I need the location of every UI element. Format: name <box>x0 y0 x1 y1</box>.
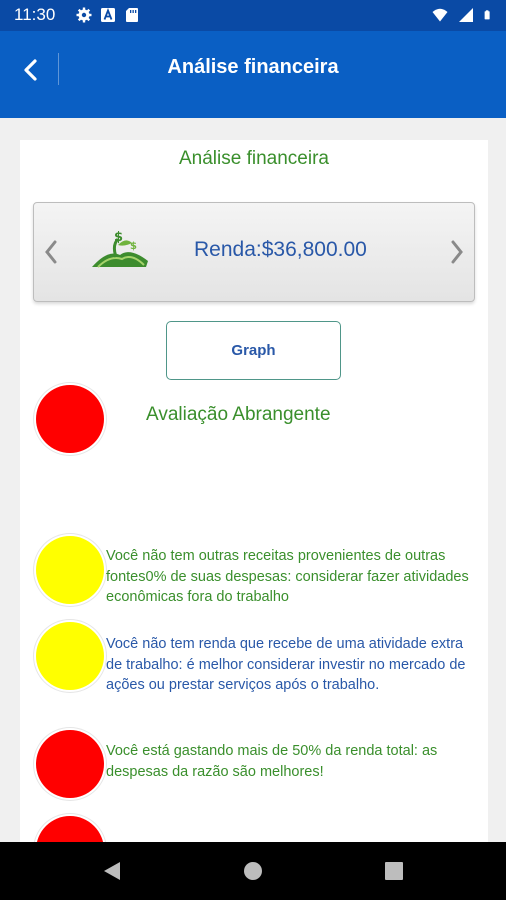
status-icons-left <box>76 7 140 23</box>
assessment-item-text: Você não tem outras receitas proveniente… <box>106 548 469 605</box>
graph-button[interactable]: Graph <box>166 321 341 380</box>
income-carousel: $ $ Renda:$36,800.00 <box>33 202 475 302</box>
overall-status-indicator <box>36 385 104 453</box>
assessment-item-text: Você está gastando mais de 50% da renda … <box>106 743 438 780</box>
status-time: 11:30 <box>14 5 56 24</box>
signal-icon <box>459 8 473 22</box>
wifi-icon <box>432 8 448 22</box>
overall-assessment-title: Avaliação Abrangente <box>146 404 331 425</box>
item-status-indicator <box>36 622 104 690</box>
gear-icon <box>76 7 92 23</box>
content-area: Análise financeira $ $ Renda:$36,800.00 … <box>0 118 506 842</box>
money-plant-icon: $ $ <box>92 230 148 268</box>
status-icons-right <box>432 7 494 23</box>
a-box-icon <box>101 8 115 22</box>
app-bar: Análise financeira <box>0 31 506 118</box>
chevron-right-icon <box>451 240 463 264</box>
battery-icon <box>484 10 490 20</box>
next-arrow-button[interactable] <box>446 237 468 267</box>
item-status-indicator <box>36 536 104 604</box>
back-triangle-icon[interactable] <box>100 859 124 883</box>
svg-text:$: $ <box>114 230 123 245</box>
income-label: Renda:$36,800.00 <box>194 238 367 261</box>
home-circle-icon[interactable] <box>241 859 265 883</box>
app-bar-title: Análise financeira <box>167 56 339 78</box>
analysis-card: Análise financeira $ $ Renda:$36,800.00 … <box>20 140 488 842</box>
assessment-item-text: Você não tem renda que recebe de uma ati… <box>106 636 466 693</box>
item-status-indicator <box>36 816 104 842</box>
previous-arrow-button[interactable] <box>40 237 62 267</box>
card-title: Análise financeira <box>179 148 329 169</box>
status-bar: 11:30 <box>0 0 506 31</box>
sd-card-icon <box>126 8 138 22</box>
system-nav-bar <box>0 842 506 900</box>
chevron-left-icon <box>45 240 57 264</box>
item-status-indicator <box>36 730 104 798</box>
recents-square-icon[interactable] <box>382 859 406 883</box>
svg-text:$: $ <box>130 241 137 252</box>
